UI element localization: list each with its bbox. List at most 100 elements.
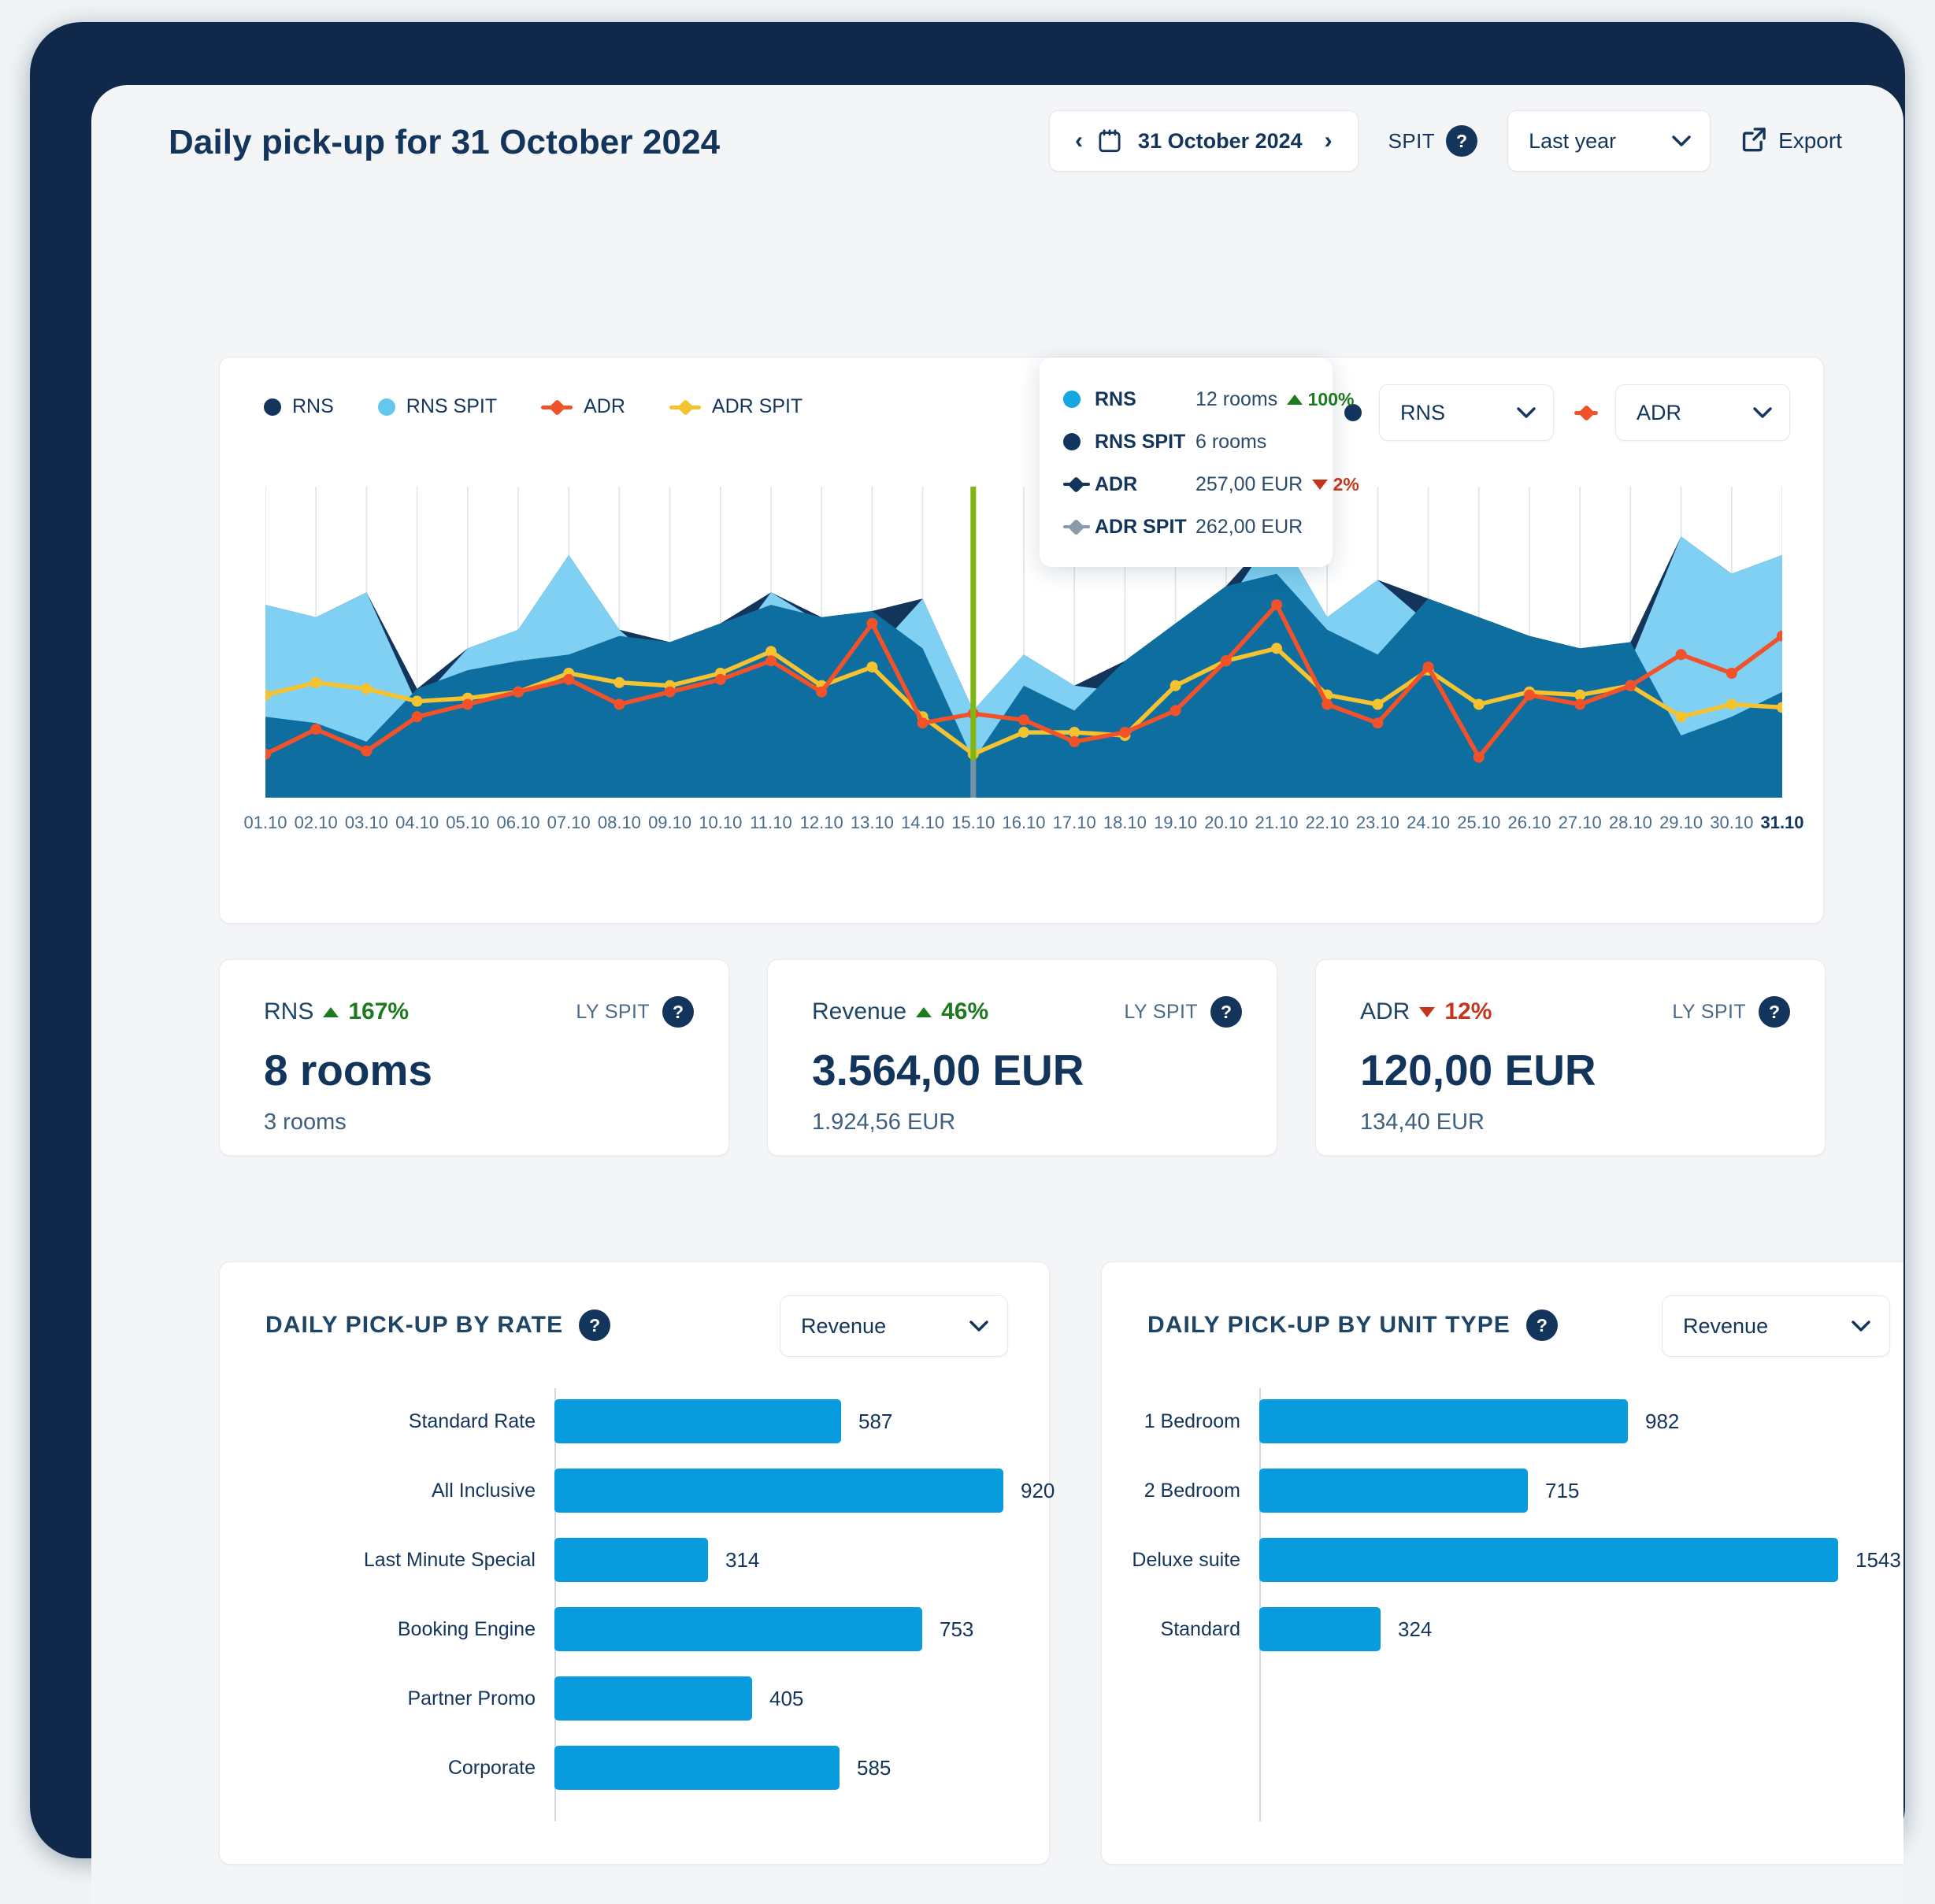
next-date-button[interactable]: › [1320,129,1337,153]
bar-fill[interactable] [554,1676,752,1721]
bar-fill[interactable] [554,1746,840,1790]
legend-item-adr[interactable]: ADR [541,395,625,418]
bar-value-label: 982 [1645,1409,1680,1433]
export-icon [1740,126,1767,157]
kpi-ly-label: LY SPIT [576,1000,650,1023]
legend-dot-rns [264,398,281,416]
unit-metric-select[interactable]: Revenue [1662,1295,1890,1357]
panel-daily-pickup-by-unit-type: DAILY PICK-UP BY UNIT TYPE ? Revenue 1 B… [1101,1261,1903,1865]
prev-date-button[interactable]: ‹ [1070,129,1088,153]
x-axis-tick: 22.10 [1305,813,1349,832]
x-axis-tick: 03.10 [344,813,388,832]
rate-metric-select[interactable]: Revenue [780,1295,1008,1357]
kpi-ly-group: LY SPIT ? [1124,996,1242,1028]
kpi-main-value: 120,00 EUR [1360,1046,1596,1095]
area-chart-svg [265,487,1782,798]
bar-fill[interactable] [1259,1399,1628,1443]
device-frame: Daily pick-up for 31 October 2024 ‹ 31 O… [30,22,1905,1904]
kpi-ly-label: LY SPIT [1124,1000,1198,1023]
kpi-label: RNS [264,998,314,1024]
panel-title-group: DAILY PICK-UP BY RATE ? [265,1309,611,1341]
x-axis-tick: 25.10 [1457,813,1501,832]
help-icon[interactable]: ? [1210,996,1242,1028]
kpi-percent: 46% [941,998,989,1024]
bar-chart-axis-line [1259,1388,1261,1821]
x-axis-tick: 02.10 [294,813,338,832]
chevron-down-icon [1753,407,1772,418]
legend-item-rns-spit[interactable]: RNS SPIT [377,395,498,418]
date-picker[interactable]: ‹ 31 October 2024 › [1049,110,1359,172]
bar-fill[interactable] [554,1607,922,1651]
x-axis-tick: 11.10 [750,813,792,832]
bar-category-label: Last Minute Special [363,1549,536,1571]
x-axis-tick: 26.10 [1507,813,1551,832]
rate-bar-chart: Standard Rate 587 All Inclusive 920 Last Min… [220,1388,1055,1829]
tooltip-dot-rns-spit [1063,433,1095,450]
trend-down-icon [1419,1006,1436,1017]
kpi-sub-value: 134,40 EUR [1360,1109,1485,1135]
chevron-down-icon [1852,1321,1870,1332]
spit-info: SPIT ? [1388,125,1478,157]
tooltip-delta-text: 2% [1333,473,1359,495]
header-controls: ‹ 31 October 2024 › SPIT ? Last year Exp… [1049,110,1842,172]
bar-fill[interactable] [1259,1607,1381,1651]
panel-title: DAILY PICK-UP BY RATE [265,1312,564,1338]
bar-fill[interactable] [1259,1469,1528,1513]
bar-category-label: Partner Promo [407,1687,536,1710]
date-value: 31 October 2024 [1138,128,1303,153]
bar-fill[interactable] [554,1538,708,1582]
kpi-ly-label: LY SPIT [1672,1000,1746,1023]
tooltip-row: RNS 12 rooms 100% [1063,378,1354,420]
tooltip-row: ADR 257,00 EUR 2% [1063,463,1359,506]
calendar-icon [1099,129,1121,153]
daily-pickup-chart-card: RNS RNS SPIT ADR ADR SPIT RNS ADR RNS 12… [219,357,1824,924]
bar-fill[interactable] [1259,1538,1838,1582]
legend-marker-adr-spit [669,398,701,416]
x-axis-tick: 15.10 [951,813,995,832]
chart-tooltip: RNS 12 rooms 100% RNS SPIT 6 rooms ADR 2… [1040,357,1359,567]
help-icon[interactable]: ? [662,996,694,1028]
export-label: Export [1778,128,1842,153]
legend-label-adr: ADR [584,395,625,417]
bar-category-label: Booking Engine [397,1618,536,1640]
x-axis-tick: 21.10 [1255,813,1299,832]
x-axis-tick: 31.10 [1760,813,1804,832]
bar-category-label: 1 Bedroom [1144,1410,1240,1432]
kpi-percent: 12% [1444,998,1492,1024]
comparison-select[interactable]: Last year [1507,110,1711,172]
legend-label-adr-spit: ADR SPIT [711,395,803,417]
help-icon[interactable]: ? [1525,1309,1558,1341]
export-button[interactable]: Export [1740,126,1842,157]
series-select-left[interactable]: RNS [1379,384,1554,441]
tooltip-delta: 100% [1287,389,1354,410]
tooltip-value: 12 rooms [1195,387,1278,410]
series-select-right[interactable]: ADR [1615,384,1790,441]
kpi-label: ADR [1360,998,1410,1024]
bar-value-label: 314 [725,1548,760,1572]
tooltip-name: RNS SPIT [1095,430,1186,453]
x-axis-tick: 17.10 [1052,813,1096,832]
legend-item-rns[interactable]: RNS [264,395,334,418]
unit-bar-chart: 1 Bedroom 982 2 Bedroom 715 Deluxe suite 1543… [1102,1388,1903,1829]
x-axis-tick: 05.10 [446,813,490,832]
help-icon[interactable]: ? [579,1309,611,1341]
tooltip-row: RNS SPIT 6 rooms [1063,420,1310,463]
tooltip-marker-adr [1063,476,1095,494]
kpi-main-value: 3.564,00 EUR [812,1046,1084,1095]
kpi-label-group: Revenue 46% [812,998,988,1025]
help-icon-spit[interactable]: ? [1446,125,1478,157]
x-axis-tick: 24.10 [1407,813,1451,832]
help-icon[interactable]: ? [1759,996,1790,1028]
unit-metric-select-value: Revenue [1683,1313,1769,1338]
legend-item-adr-spit[interactable]: ADR SPIT [669,395,803,418]
legend-marker-adr [541,398,573,416]
page-header: Daily pick-up for 31 October 2024 ‹ 31 O… [91,85,1903,220]
tooltip-dot-rns [1063,391,1095,408]
bar-category-label: All Inclusive [432,1480,536,1502]
bar-fill[interactable] [554,1399,841,1443]
bar-value-label: 920 [1021,1479,1055,1502]
kpi-main-value: 8 rooms [264,1046,432,1095]
bar-fill[interactable] [554,1469,1003,1513]
panel-title-group: DAILY PICK-UP BY UNIT TYPE ? [1147,1309,1558,1341]
legend-label-rns-spit: RNS SPIT [406,395,498,417]
